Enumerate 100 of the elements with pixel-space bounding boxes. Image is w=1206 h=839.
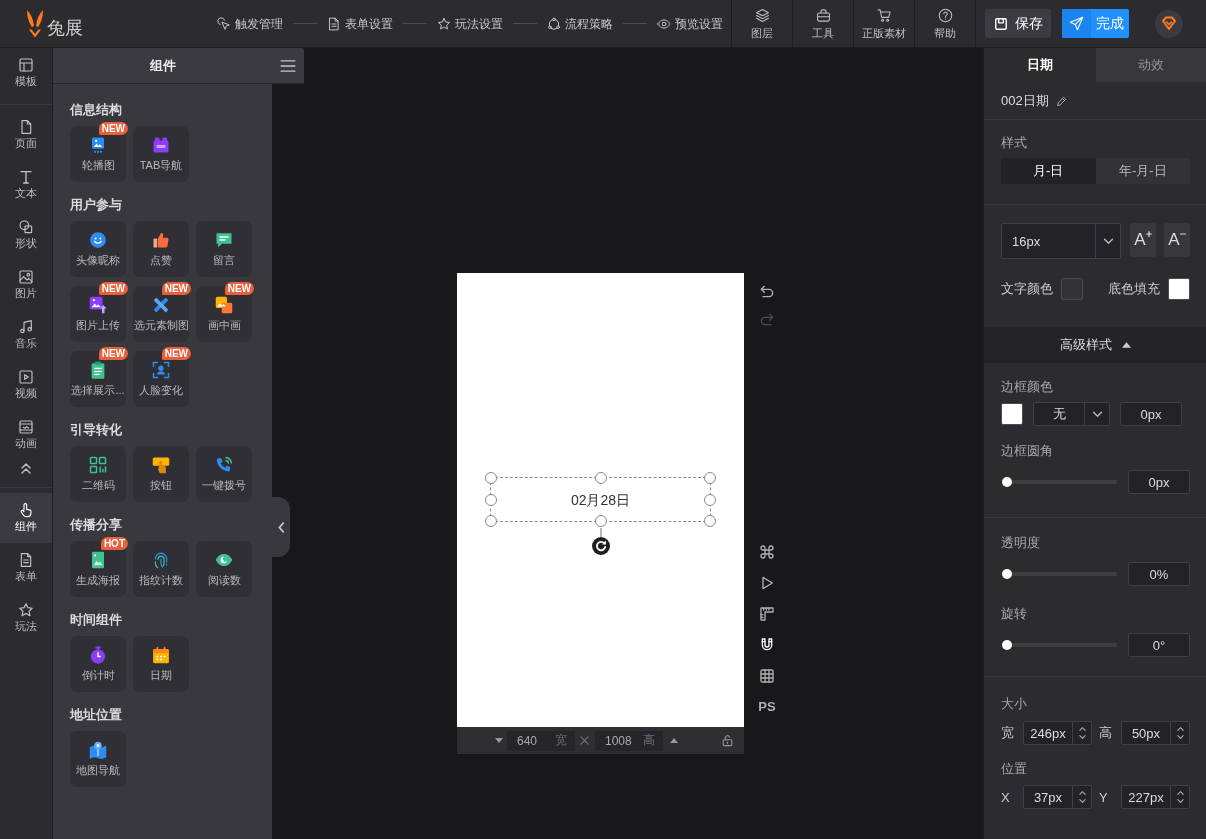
save-button[interactable]: 保存 bbox=[985, 9, 1051, 38]
size-field[interactable]: 50px bbox=[1121, 721, 1190, 745]
toolbar-button[interactable]: 帮助 bbox=[914, 0, 976, 47]
caret-up-icon[interactable] bbox=[670, 738, 678, 743]
toolbar-button[interactable]: 工具 bbox=[792, 0, 853, 47]
command-icon[interactable] bbox=[759, 544, 775, 560]
component-tile[interactable]: 一键拨号 bbox=[196, 446, 252, 502]
magnet-icon[interactable] bbox=[759, 637, 775, 653]
radius-field[interactable]: 0px bbox=[1128, 470, 1190, 494]
panel-title: 组件 bbox=[148, 56, 177, 75]
resize-handle[interactable] bbox=[594, 472, 607, 484]
ps-toggle[interactable]: PS bbox=[758, 699, 776, 715]
resize-handle[interactable] bbox=[485, 493, 497, 506]
component-tile[interactable]: 地图导航 bbox=[70, 731, 126, 787]
resize-handle[interactable] bbox=[594, 515, 607, 527]
resize-handle[interactable] bbox=[704, 472, 716, 484]
font-size-select[interactable]: 16px bbox=[1001, 223, 1121, 259]
rail-item[interactable]: 形状 bbox=[0, 210, 52, 260]
caret-down-icon[interactable] bbox=[495, 738, 503, 743]
menu-icon[interactable] bbox=[280, 59, 296, 72]
component-tile[interactable]: 阅读数 bbox=[196, 541, 252, 597]
save-icon bbox=[993, 16, 1008, 31]
panel-tab[interactable]: 动效 bbox=[1096, 48, 1206, 82]
format-option[interactable]: 月-日 bbox=[1001, 158, 1096, 184]
star-icon bbox=[437, 16, 451, 31]
times-icon bbox=[580, 736, 589, 745]
step-tab[interactable]: 触发管理 bbox=[217, 15, 283, 32]
component-tile[interactable]: 按钮 bbox=[133, 446, 189, 502]
component-tile[interactable]: 日期 bbox=[133, 636, 189, 692]
resize-handle[interactable] bbox=[485, 472, 497, 484]
calendar-icon bbox=[152, 646, 170, 664]
font-increase-button[interactable]: A bbox=[1130, 223, 1156, 257]
rail-item[interactable]: 视频 bbox=[0, 360, 52, 410]
ruler-icon[interactable] bbox=[759, 606, 775, 622]
section-title: 传播分享 bbox=[70, 517, 122, 533]
component-tile[interactable]: TAB导航 bbox=[133, 126, 189, 182]
stepper-icon[interactable] bbox=[1175, 725, 1185, 741]
undo-icon[interactable] bbox=[759, 284, 775, 300]
qr-code-icon bbox=[89, 456, 107, 474]
rotate-icon[interactable] bbox=[591, 528, 610, 555]
stepper-icon[interactable] bbox=[1077, 789, 1087, 805]
text-tool-icon bbox=[18, 169, 34, 185]
color-swatch[interactable] bbox=[1061, 278, 1083, 300]
height-field[interactable]: 1008 高 bbox=[595, 730, 663, 751]
minus-icon bbox=[1179, 233, 1186, 235]
rail-item[interactable]: 动画 bbox=[0, 410, 52, 460]
rotation-field[interactable]: 0° bbox=[1128, 633, 1190, 657]
stepper-icon[interactable] bbox=[1175, 789, 1185, 805]
slider-thumb[interactable] bbox=[1002, 477, 1012, 487]
stepper-icon[interactable] bbox=[1077, 725, 1087, 741]
component-tile[interactable]: 留言 bbox=[196, 221, 252, 277]
rail-item[interactable]: 音乐 bbox=[0, 310, 52, 360]
step-tab[interactable]: 表单设置 bbox=[327, 15, 393, 32]
play-icon[interactable] bbox=[759, 575, 775, 591]
stopwatch-icon bbox=[89, 646, 107, 664]
star-icon bbox=[18, 602, 34, 618]
toolbar-button[interactable]: 图层 bbox=[731, 0, 792, 47]
advanced-style-toggle[interactable]: 高级样式 bbox=[984, 327, 1206, 363]
collapse-panel-button[interactable] bbox=[272, 497, 290, 557]
rail-item[interactable]: 文本 bbox=[0, 160, 52, 210]
pencil-icon[interactable] bbox=[1055, 94, 1068, 107]
color-swatch[interactable] bbox=[1168, 278, 1190, 300]
border-style-select[interactable]: 无 bbox=[1033, 402, 1110, 426]
tile-badge: NEW bbox=[224, 282, 254, 295]
component-tile[interactable]: 二维码 bbox=[70, 446, 126, 502]
section-title: 地址位置 bbox=[70, 707, 122, 723]
component-tile[interactable]: 倒计时 bbox=[70, 636, 126, 692]
rail-item[interactable]: 玩法 bbox=[0, 593, 52, 643]
rail-item[interactable]: 表单 bbox=[0, 543, 52, 593]
font-decrease-button[interactable]: A bbox=[1164, 223, 1190, 257]
border-width-field[interactable]: 0px bbox=[1120, 402, 1182, 426]
component-tile[interactable]: 点赞 bbox=[133, 221, 189, 277]
opacity-field[interactable]: 0% bbox=[1128, 562, 1190, 586]
rail-item[interactable]: 模板 bbox=[0, 48, 52, 98]
component-tile[interactable]: 指纹计数 bbox=[133, 541, 189, 597]
grid-icon[interactable] bbox=[759, 668, 775, 684]
rail-item[interactable]: 页面 bbox=[0, 110, 52, 160]
color-swatch[interactable] bbox=[1001, 403, 1023, 425]
width-field[interactable]: 640 宽 bbox=[507, 730, 575, 751]
position-field[interactable]: 227px bbox=[1121, 785, 1190, 809]
toolbar-button[interactable]: 正版素材 bbox=[853, 0, 914, 47]
gem-logo-icon[interactable] bbox=[1155, 9, 1183, 38]
position-field[interactable]: 37px bbox=[1023, 785, 1092, 809]
lock-icon[interactable] bbox=[721, 734, 734, 747]
field-label: 边框颜色 bbox=[1001, 380, 1053, 394]
resize-handle[interactable] bbox=[485, 515, 497, 527]
field-label: 底色填充 bbox=[1108, 280, 1160, 298]
chevrons-up-icon[interactable] bbox=[20, 462, 32, 474]
resize-handle[interactable] bbox=[704, 493, 716, 506]
slider-thumb[interactable] bbox=[1002, 640, 1012, 650]
rail-item[interactable]: 图片 bbox=[0, 260, 52, 310]
step-tab[interactable]: 流程策略 bbox=[547, 15, 613, 32]
component-tile[interactable]: 头像昵称 bbox=[70, 221, 126, 277]
step-tab[interactable]: 玩法设置 bbox=[437, 15, 503, 32]
rail-item[interactable]: 组件 bbox=[0, 493, 52, 543]
format-option[interactable]: 年-月-日 bbox=[1095, 158, 1190, 184]
resize-handle[interactable] bbox=[704, 515, 716, 527]
size-field[interactable]: 246px bbox=[1023, 721, 1092, 745]
step-tab[interactable]: 预览设置 bbox=[657, 15, 723, 32]
slider-thumb[interactable] bbox=[1002, 569, 1012, 579]
